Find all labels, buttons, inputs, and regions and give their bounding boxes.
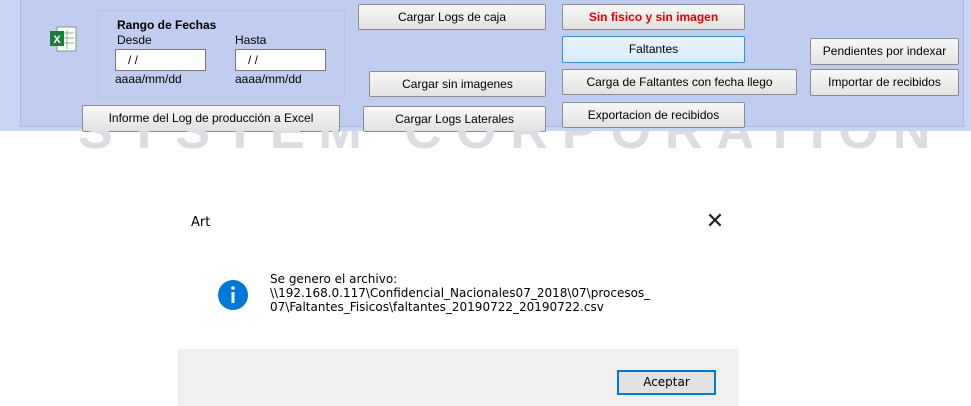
cargar-sin-imagenes-button[interactable]: Cargar sin imagenes — [369, 71, 546, 97]
carga-faltantes-fecha-button[interactable]: Carga de Faltantes con fecha llego — [562, 69, 797, 95]
from-label: Desde — [117, 33, 152, 47]
to-label: Hasta — [235, 33, 267, 47]
importar-recibidos-button[interactable]: Importar de recibidos — [810, 69, 959, 96]
informe-excel-button[interactable]: Informe del Log de producción a Excel — [82, 105, 340, 132]
excel-icon[interactable]: X — [48, 24, 78, 54]
to-date-format: aaaa/mm/dd — [235, 72, 302, 86]
svg-text:X: X — [53, 34, 61, 46]
exportacion-recibidos-button[interactable]: Exportacion de recibidos — [562, 102, 745, 128]
pendientes-indexar-button[interactable]: Pendientes por indexar — [810, 38, 959, 65]
dialog-title: Art — [191, 215, 211, 230]
from-date-format: aaaa/mm/dd — [115, 72, 182, 86]
close-icon[interactable]: ✕ — [700, 210, 730, 234]
sin-fisico-sin-imagen-button[interactable]: Sin fisico y sin imagen — [562, 4, 745, 30]
dialog-message: Se genero el archivo: \\192.168.0.117\Co… — [270, 272, 730, 314]
info-icon — [218, 280, 248, 310]
watermark-strip: SYSTEM CORPORATION S.A. — [0, 131, 971, 159]
accept-button[interactable]: Aceptar — [617, 370, 716, 395]
message-line: Se genero el archivo: — [270, 272, 398, 286]
date-range-title: Rango de Fechas — [117, 18, 217, 32]
from-date-input[interactable]: / / — [115, 49, 206, 71]
watermark-text: SYSTEM CORPORATION S.A. — [78, 131, 971, 159]
faltantes-button[interactable]: Faltantes — [562, 36, 745, 63]
message-line: \\192.168.0.117\Confidencial_Nacionales0… — [270, 286, 651, 300]
cargar-logs-caja-button[interactable]: Cargar Logs de caja — [358, 4, 546, 30]
message-line: 07\Faltantes_Fisicos\faltantes_20190722_… — [270, 300, 604, 314]
cargar-logs-laterales-button[interactable]: Cargar Logs Laterales — [363, 106, 546, 132]
to-date-input[interactable]: / / — [235, 49, 326, 71]
form-panel: X Rango de Fechas Desde Hasta / / / / aa… — [0, 0, 971, 132]
